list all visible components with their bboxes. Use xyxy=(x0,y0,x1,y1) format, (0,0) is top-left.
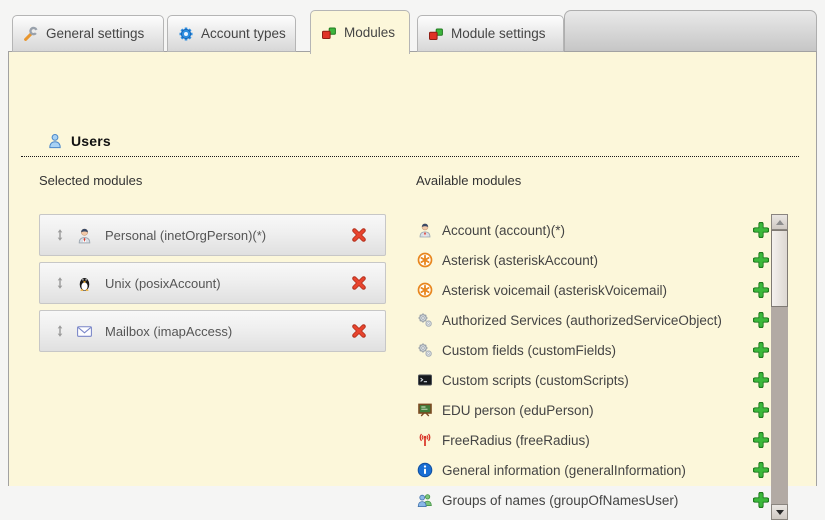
scrollbar-thumb[interactable] xyxy=(771,230,788,307)
selected-module-row[interactable]: Mailbox (imapAccess) xyxy=(39,310,386,352)
drag-handle-icon[interactable] xyxy=(52,275,68,291)
chalkboard-icon xyxy=(417,402,433,418)
available-modules-scrollbar[interactable] xyxy=(771,214,788,520)
section-title: Users xyxy=(71,133,111,149)
add-icon xyxy=(753,222,769,238)
penguin-icon xyxy=(76,275,93,292)
available-module-row: EDU person (eduPerson) xyxy=(417,395,769,425)
available-module-label: Custom scripts (customScripts) xyxy=(442,373,629,388)
selected-module-label: Personal (inetOrgPerson)(*) xyxy=(105,228,266,243)
available-module-label: EDU person (eduPerson) xyxy=(442,403,594,418)
antenna-icon xyxy=(417,432,433,448)
users-section-header: Users xyxy=(21,133,799,157)
group-icon xyxy=(417,492,433,508)
add-icon xyxy=(753,282,769,298)
tab-account-types[interactable]: Account types xyxy=(167,15,296,52)
add-module-button[interactable] xyxy=(753,462,769,478)
remove-module-button[interactable] xyxy=(351,275,367,291)
person-icon xyxy=(417,222,433,238)
modules-tab-panel: Users Selected modules Available modules… xyxy=(8,51,817,486)
available-module-label: Custom fields (customFields) xyxy=(442,343,616,358)
available-module-label: General information (generalInformation) xyxy=(442,463,686,478)
selected-modules-list: Personal (inetOrgPerson)(*) Unix (posixAc… xyxy=(39,214,386,358)
tab-label: Account types xyxy=(201,26,286,41)
tab-general-settings[interactable]: General settings xyxy=(12,15,164,52)
selected-module-label: Mailbox (imapAccess) xyxy=(105,324,232,339)
add-module-button[interactable] xyxy=(753,222,769,238)
modules-blocks-icon xyxy=(321,25,337,41)
scroll-down-arrow-icon xyxy=(776,510,784,515)
drag-handle-icon[interactable] xyxy=(52,227,68,243)
available-module-row: Asterisk voicemail (asteriskVoicemail) xyxy=(417,275,769,305)
user-icon xyxy=(47,133,63,149)
selected-module-row[interactable]: Unix (posixAccount) xyxy=(39,262,386,304)
selected-module-label: Unix (posixAccount) xyxy=(105,276,221,291)
tab-bar-filler xyxy=(564,10,817,51)
asterisk-icon xyxy=(417,252,433,268)
add-icon xyxy=(753,462,769,478)
selected-modules-label: Selected modules xyxy=(39,173,142,188)
available-module-label: FreeRadius (freeRadius) xyxy=(442,433,590,448)
tab-label: Modules xyxy=(344,25,395,40)
available-modules-list: Account (account)(*) Asterisk (asteriskAc… xyxy=(417,215,769,515)
add-module-button[interactable] xyxy=(753,342,769,358)
remove-module-button[interactable] xyxy=(351,323,367,339)
info-icon xyxy=(417,462,433,478)
add-icon xyxy=(753,492,769,508)
delete-icon xyxy=(351,227,367,243)
add-icon xyxy=(753,432,769,448)
add-module-button[interactable] xyxy=(753,492,769,508)
add-icon xyxy=(753,252,769,268)
tab-label: General settings xyxy=(46,26,144,41)
available-module-row: Account (account)(*) xyxy=(417,215,769,245)
available-module-label: Authorized Services (authorizedServiceOb… xyxy=(442,313,722,328)
available-module-row: Groups of names (groupOfNamesUser) xyxy=(417,485,769,515)
add-module-button[interactable] xyxy=(753,282,769,298)
wrench-icon xyxy=(23,26,39,42)
scrollbar-up-button[interactable] xyxy=(771,214,788,230)
scrollbar-down-button[interactable] xyxy=(771,504,788,520)
tab-label: Module settings xyxy=(451,26,546,41)
add-module-button[interactable] xyxy=(753,252,769,268)
selected-module-row[interactable]: Personal (inetOrgPerson)(*) xyxy=(39,214,386,256)
remove-module-button[interactable] xyxy=(351,227,367,243)
gears-icon xyxy=(417,342,433,358)
available-module-label: Account (account)(*) xyxy=(442,223,565,238)
delete-icon xyxy=(351,275,367,291)
available-module-row: Asterisk (asteriskAccount) xyxy=(417,245,769,275)
available-module-label: Asterisk voicemail (asteriskVoicemail) xyxy=(442,283,667,298)
tab-module-settings[interactable]: Module settings xyxy=(417,15,564,52)
asterisk-icon xyxy=(417,282,433,298)
add-module-button[interactable] xyxy=(753,372,769,388)
tab-bar: General settings Account types Modules Modu… xyxy=(8,10,817,53)
drag-handle-icon[interactable] xyxy=(52,323,68,339)
terminal-icon xyxy=(417,372,433,388)
add-module-button[interactable] xyxy=(753,312,769,328)
modules-blocks-icon xyxy=(428,26,444,42)
available-module-row: Authorized Services (authorizedServiceOb… xyxy=(417,305,769,335)
add-module-button[interactable] xyxy=(753,432,769,448)
mail-icon xyxy=(76,323,93,340)
person-icon xyxy=(76,227,93,244)
add-icon xyxy=(753,402,769,418)
add-icon xyxy=(753,342,769,358)
add-icon xyxy=(753,372,769,388)
gears-icon xyxy=(417,312,433,328)
available-module-label: Asterisk (asteriskAccount) xyxy=(442,253,598,268)
tab-modules[interactable]: Modules xyxy=(310,10,410,54)
add-module-button[interactable] xyxy=(753,402,769,418)
available-modules-label: Available modules xyxy=(416,173,521,188)
available-module-row: FreeRadius (freeRadius) xyxy=(417,425,769,455)
scroll-up-arrow-icon xyxy=(776,220,784,225)
available-module-row: General information (generalInformation) xyxy=(417,455,769,485)
delete-icon xyxy=(351,323,367,339)
available-module-row: Custom fields (customFields) xyxy=(417,335,769,365)
available-module-label: Groups of names (groupOfNamesUser) xyxy=(442,493,678,508)
account-types-gear-icon xyxy=(178,26,194,42)
add-icon xyxy=(753,312,769,328)
available-module-row: Custom scripts (customScripts) xyxy=(417,365,769,395)
